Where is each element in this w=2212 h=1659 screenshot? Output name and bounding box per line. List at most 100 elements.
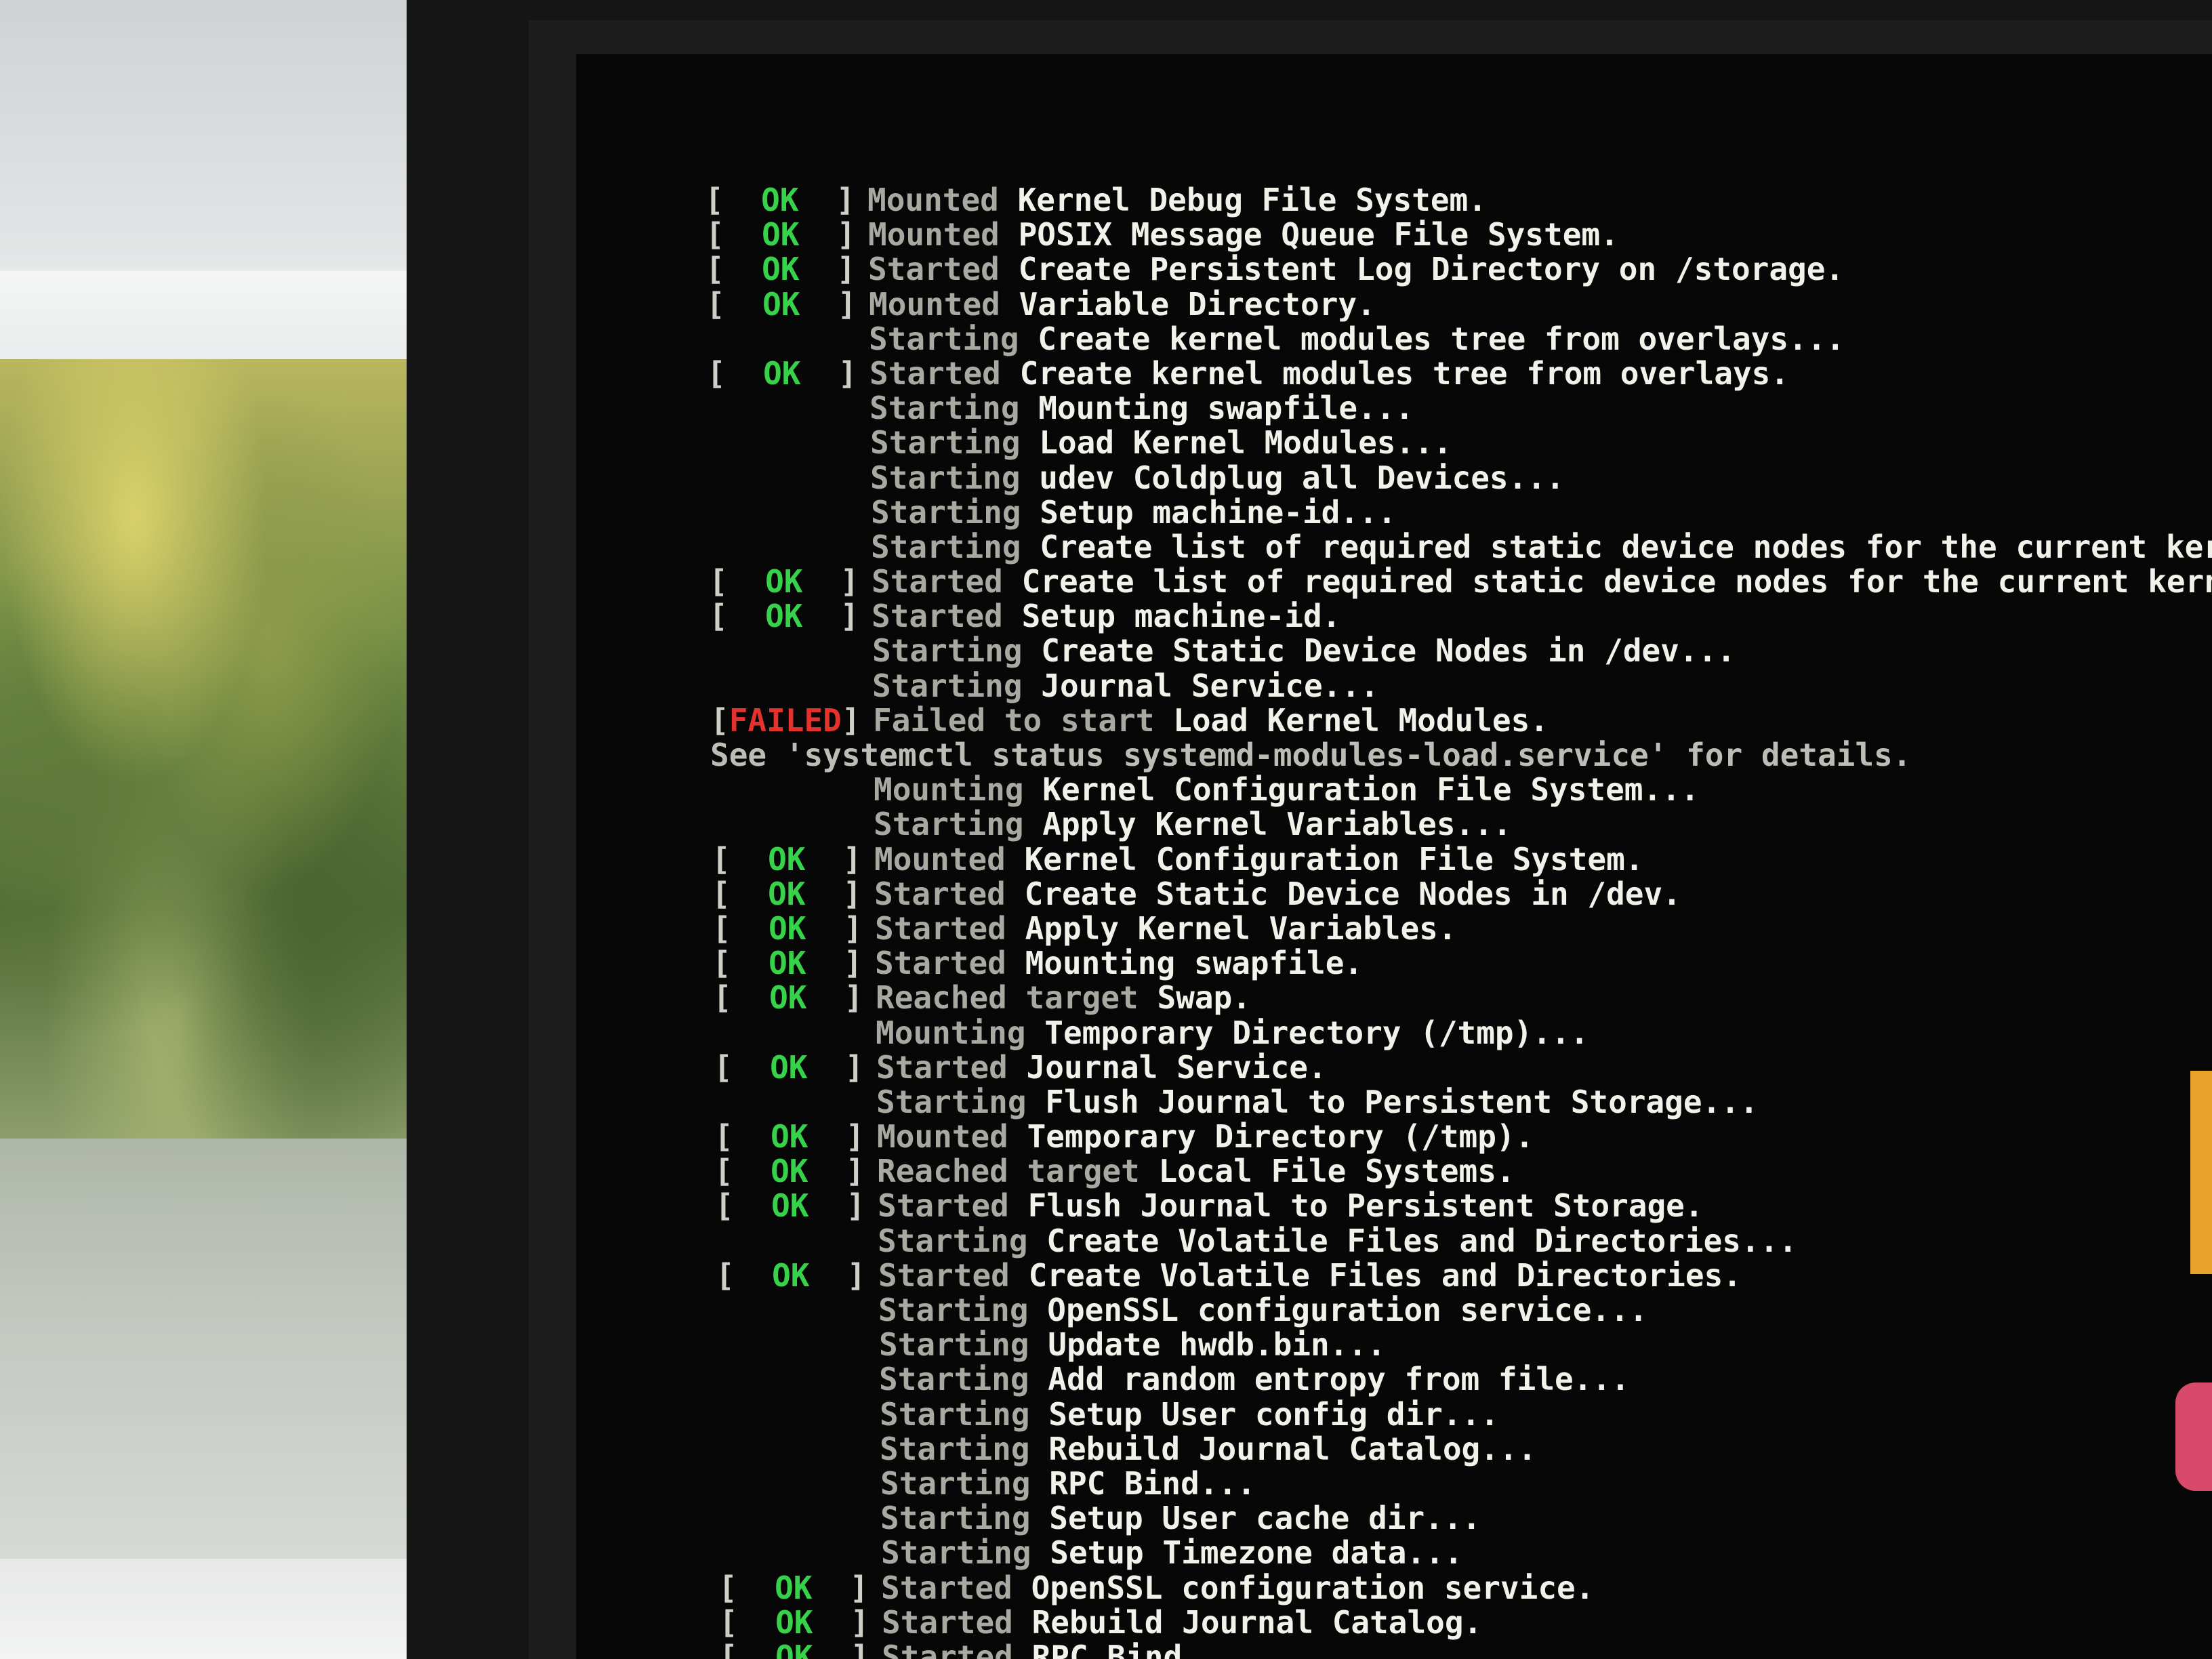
log-verb: Reached target [877,1153,1140,1190]
log-verb: Started [882,1638,1013,1659]
log-verb: Mounted [867,182,999,218]
log-verb: Starting [881,1534,1031,1572]
status-column: [ OK ] [714,1048,864,1086]
log-line: Mounting Kernel Configuration File Syste… [711,773,2196,807]
log-message: See 'systemctl status systemd-modules-lo… [710,737,1912,773]
log-verb: Starting [869,320,1019,357]
log-line: [FAILED] Failed to start Load Kernel Modu… [710,703,2196,738]
log-verb: Failed to start [873,701,1155,739]
log-message: Setup User cache dir... [1049,1500,1481,1537]
status-column: [ OK ] [706,285,857,323]
log-line: [ OK ] Started Create kernel modules tree… [707,356,2196,391]
log-verb: Starting [880,1395,1030,1433]
log-message: RPC Bind... [1049,1465,1256,1502]
log-line: Starting udev Coldplug all Devices... [708,460,2196,495]
ok-status: OK [768,840,806,878]
log-message: Temporary Directory (/tmp)... [1044,1014,1589,1051]
log-message: Flush Journal to Persistent Storage. [1027,1187,1704,1225]
log-message: POSIX Message Queue File System. [1018,216,1619,253]
log-message: Create Persistent Log Directory on /stor… [1018,251,1845,288]
log-line: Starting Mounting swapfile... [707,391,2196,426]
foliage-outside [0,359,447,1145]
log-verb: Started [869,354,1001,392]
log-line: [ OK ] Reached target Swap. [713,981,2196,1015]
log-message: Kernel Configuration File System. [1024,840,1644,878]
log-verb: Starting [876,1083,1027,1120]
log-message: Load Kernel Modules. [1173,701,1549,739]
ok-status: OK [761,182,799,218]
status-column: [ OK ] [712,945,863,982]
log-message: Create Volatile Files and Directories. [1028,1256,1742,1294]
outside-ground [0,1139,461,1572]
log-message: Swap. [1157,979,1251,1017]
log-verb: Started [882,1603,1013,1641]
log-verb: Starting [869,390,1020,427]
window-frame [0,0,474,291]
status-column: [ OK ] [705,182,855,218]
log-verb: Started [875,945,1006,982]
status-column: [ OK ] [719,1639,882,1659]
log-message: Create Static Device Nodes in /dev. [1024,875,1681,912]
log-line: [ OK ] Reached target Local File Systems. [714,1154,2196,1189]
log-verb: Starting [872,632,1023,670]
log-line: Starting Apply Kernel Variables... [711,807,2196,842]
log-verb: Starting [878,1292,1029,1328]
log-verb: Starting [880,1465,1031,1502]
log-verb: Mounted [877,1118,1008,1155]
status-column: [ OK ] [709,563,859,600]
log-line: Starting Create list of required static … [708,529,2212,565]
log-message: Apply Kernel Variables. [1025,909,1457,947]
ok-status: OK [771,1118,808,1155]
log-line: [ OK ] Started Flush Journal to Persisten… [715,1189,2196,1223]
log-verb: Started [872,563,1003,600]
ok-status: OK [765,598,803,635]
log-line: [ OK ] Mounted Kernel Configuration File … [712,842,2196,877]
ok-status: OK [768,875,806,912]
log-message: Create Volatile Files and Directories... [1046,1222,1798,1259]
ok-status: OK [762,285,800,323]
log-line: Starting OpenSSL configuration service..… [716,1292,2196,1328]
log-verb: Started [878,1256,1010,1294]
log-line: Starting Setup machine-id... [708,495,2196,530]
log-verb: Starting [872,667,1023,704]
log-message: Flush Journal to Persistent Storage... [1045,1083,1759,1120]
log-verb: Started [875,909,1006,947]
status-column: [ OK ] [719,1603,869,1641]
status-column: [ OK ] [705,251,856,288]
status-column: [ OK ] [718,1569,869,1606]
log-message: Journal Service... [1041,667,1379,704]
log-line: Starting Create Volatile Files and Direc… [715,1222,2196,1259]
log-message: Apply Kernel Variables... [1042,806,1512,843]
log-verb: Mounted [868,216,1000,253]
ok-status: OK [765,563,803,600]
log-line: [ OK ] Started OpenSSL configuration serv… [718,1569,2196,1606]
ok-status: OK [772,1256,810,1294]
log-message: Create kernel modules tree from overlays… [1038,320,1845,357]
status-column: [ OK ] [714,1118,865,1155]
log-message: RPC Bind. [1031,1638,1201,1659]
ok-status: OK [771,1153,808,1190]
log-message: Mounting swapfile... [1038,390,1414,427]
log-verb: Starting [879,1326,1029,1364]
log-line: Starting Setup User cache dir... [718,1501,2196,1536]
log-verb: Started [876,1048,1008,1086]
status-column: [ OK ] [712,840,862,878]
ok-status: OK [769,909,806,947]
log-note-line: See 'systemctl status systemd-modules-lo… [710,737,2196,773]
log-line: [ OK ] Started Apply Kernel Variables. [712,909,2196,947]
log-line: [ OK ] Mounted POSIX Message Queue File S… [705,218,2196,252]
window-sill [0,271,474,366]
log-message: Journal Service. [1026,1048,1327,1086]
log-message: Rebuild Journal Catalog... [1048,1430,1537,1467]
log-verb: Starting [879,1361,1029,1398]
ok-status: OK [775,1603,813,1641]
log-line: [ OK ] Mounted Temporary Directory (/tmp)… [714,1118,2196,1155]
log-message: Update hwdb.bin... [1048,1326,1386,1364]
status-column: [ OK ] [713,979,863,1017]
log-verb: Reached target [876,979,1139,1017]
log-message: Rebuild Journal Catalog. [1031,1603,1483,1641]
log-message: Setup machine-id... [1040,493,1397,531]
log-line: Mounting Temporary Directory (/tmp)... [713,1014,2196,1051]
log-verb: Mounting [876,1014,1026,1051]
log-line: [ OK ] Started Setup machine-id. [709,599,2196,634]
